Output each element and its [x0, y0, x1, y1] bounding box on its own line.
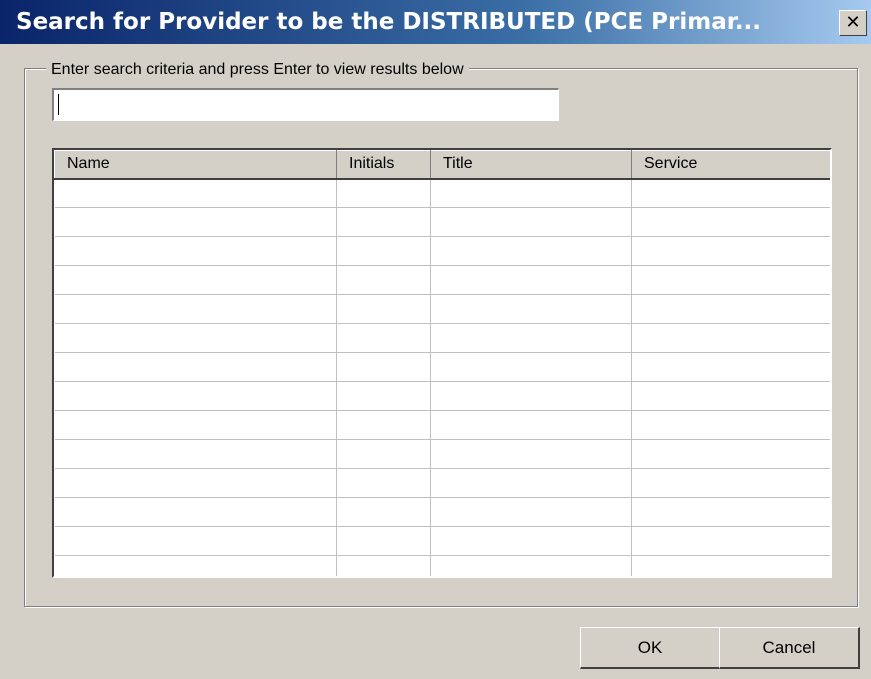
- text-caret: [58, 94, 59, 115]
- table-cell: [631, 323, 830, 353]
- table-cell: [430, 352, 632, 382]
- table-cell: [54, 265, 337, 295]
- results-body: [54, 178, 830, 576]
- column-header-title[interactable]: Title: [430, 150, 632, 180]
- table-cell: [54, 410, 337, 440]
- results-grid[interactable]: Name Initials Title Service: [52, 148, 832, 578]
- table-cell: [430, 497, 632, 527]
- table-cell: [54, 352, 337, 382]
- table-row[interactable]: [54, 207, 830, 237]
- table-row[interactable]: [54, 410, 830, 440]
- table-cell: [336, 352, 431, 382]
- cancel-button[interactable]: Cancel: [719, 627, 860, 669]
- table-row[interactable]: [54, 468, 830, 498]
- table-cell: [631, 294, 830, 324]
- table-row[interactable]: [54, 294, 830, 324]
- table-row[interactable]: [54, 555, 830, 576]
- table-cell: [430, 381, 632, 411]
- table-cell: [631, 352, 830, 382]
- table-cell: [430, 207, 632, 237]
- table-cell: [54, 178, 337, 208]
- table-cell: [54, 439, 337, 469]
- table-cell: [430, 526, 632, 556]
- table-cell: [631, 468, 830, 498]
- table-row[interactable]: [54, 236, 830, 266]
- table-cell: [54, 497, 337, 527]
- search-group-legend: Enter search criteria and press Enter to…: [46, 60, 469, 80]
- table-cell: [430, 468, 632, 498]
- table-cell: [54, 323, 337, 353]
- provider-search-dialog: Search for Provider to be the DISTRIBUTE…: [0, 0, 871, 679]
- table-cell: [54, 526, 337, 556]
- table-cell: [336, 381, 431, 411]
- table-cell: [54, 294, 337, 324]
- table-cell: [430, 236, 632, 266]
- table-cell: [336, 323, 431, 353]
- column-header-name[interactable]: Name: [54, 150, 337, 180]
- table-cell: [631, 265, 830, 295]
- table-cell: [54, 236, 337, 266]
- table-cell: [336, 439, 431, 469]
- table-cell: [336, 265, 431, 295]
- table-cell: [430, 265, 632, 295]
- table-cell: [430, 178, 632, 208]
- table-cell: [336, 236, 431, 266]
- table-cell: [336, 207, 431, 237]
- table-cell: [336, 178, 431, 208]
- table-cell: [336, 410, 431, 440]
- table-cell: [54, 207, 337, 237]
- table-cell: [631, 410, 830, 440]
- table-cell: [54, 381, 337, 411]
- close-button[interactable]: ✕: [839, 10, 867, 36]
- table-row[interactable]: [54, 526, 830, 556]
- table-cell: [430, 323, 632, 353]
- table-cell: [336, 497, 431, 527]
- table-cell: [430, 439, 632, 469]
- table-row[interactable]: [54, 381, 830, 411]
- table-cell: [631, 439, 830, 469]
- table-cell: [631, 497, 830, 527]
- ok-button[interactable]: OK: [580, 627, 721, 669]
- table-row[interactable]: [54, 178, 830, 208]
- table-cell: [631, 236, 830, 266]
- table-cell: [336, 294, 431, 324]
- column-header-service[interactable]: Service: [631, 150, 830, 180]
- table-row[interactable]: [54, 323, 830, 353]
- column-header-initials[interactable]: Initials: [336, 150, 431, 180]
- table-cell: [430, 555, 632, 576]
- table-cell: [336, 555, 431, 576]
- table-cell: [336, 526, 431, 556]
- table-cell: [430, 410, 632, 440]
- close-icon: ✕: [845, 12, 861, 33]
- table-row[interactable]: [54, 265, 830, 295]
- table-row[interactable]: [54, 439, 830, 469]
- results-header-row: Name Initials Title Service: [54, 150, 830, 180]
- table-cell: [54, 468, 337, 498]
- results-table: Name Initials Title Service: [54, 150, 830, 576]
- table-cell: [54, 555, 337, 576]
- window-title: Search for Provider to be the DISTRIBUTE…: [16, 9, 762, 35]
- table-cell: [336, 468, 431, 498]
- title-bar[interactable]: Search for Provider to be the DISTRIBUTE…: [0, 0, 871, 44]
- table-cell: [631, 178, 830, 208]
- table-cell: [430, 294, 632, 324]
- table-cell: [631, 526, 830, 556]
- table-cell: [631, 555, 830, 576]
- table-cell: [631, 207, 830, 237]
- search-input[interactable]: [52, 88, 559, 121]
- table-cell: [631, 381, 830, 411]
- table-row[interactable]: [54, 497, 830, 527]
- table-row[interactable]: [54, 352, 830, 382]
